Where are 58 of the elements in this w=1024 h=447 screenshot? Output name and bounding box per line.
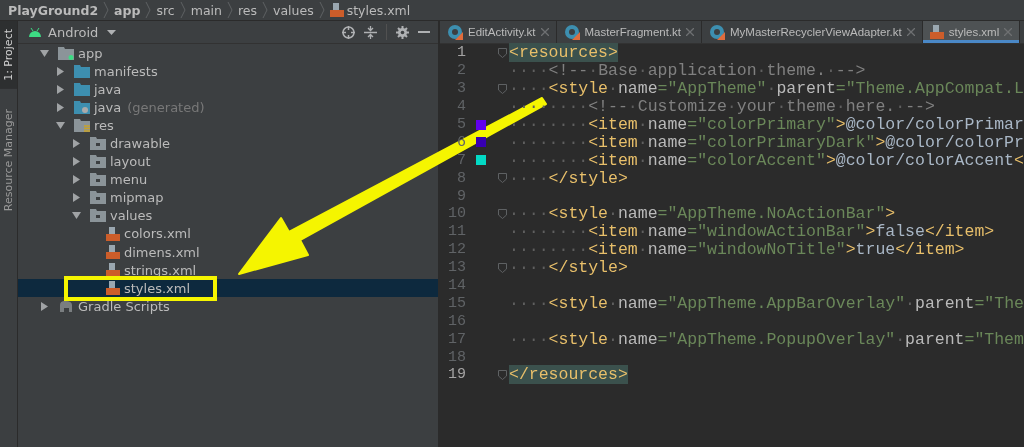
line-number: 10 xyxy=(447,205,466,223)
tree-item[interactable]: manifests xyxy=(18,62,164,81)
line-number: 19 xyxy=(447,366,466,384)
tree-item[interactable]: strings.xml xyxy=(18,261,203,280)
breadcrumb-item[interactable]: styles.xml xyxy=(346,2,411,18)
code-line: ····<style·name="AppTheme"·parent="Theme.AppCompat.L xyxy=(509,79,1024,99)
line-number: 18 xyxy=(447,348,466,366)
tree-item[interactable]: res xyxy=(18,116,120,135)
tree-item[interactable]: layout xyxy=(18,152,157,171)
line-number: 8 xyxy=(456,169,466,187)
tree-item[interactable]: java (generated) xyxy=(18,98,211,117)
code-line: ····</style> xyxy=(509,258,628,278)
tool-window-button[interactable]: Resource Manager xyxy=(0,102,17,217)
tree-item[interactable]: mipmap xyxy=(18,188,170,207)
line-number: 1 xyxy=(456,44,466,62)
tree-item[interactable]: menu xyxy=(18,170,154,189)
editor-tab[interactable]: styles.xml xyxy=(922,21,1021,43)
code-line: ········<item·name="windowNoTitle">true</item> xyxy=(509,240,965,260)
tree-item[interactable]: Gradle Scripts xyxy=(18,297,176,316)
code-line: ········<item·name="windowActionBar">false</item> xyxy=(509,222,995,242)
line-number: 2 xyxy=(456,62,466,80)
code-line: ····<style·name="AppTheme.AppBarOverlay"·parent="The xyxy=(509,293,1024,313)
code-line: ····<style·name="AppTheme.NoActionBar"> xyxy=(509,204,896,224)
breadcrumb-item[interactable]: PlayGround2 xyxy=(8,2,99,18)
code-line: ········<item·name="colorPrimaryDark">@color/colorPr xyxy=(509,132,1024,152)
line-number: 4 xyxy=(456,98,466,116)
code-line: ········<item·name="colorPrimary">@color/colorPrimar xyxy=(509,115,1024,134)
code-line: ····</style> xyxy=(509,168,628,188)
tree-item[interactable]: drawable xyxy=(18,134,177,153)
line-number: 16 xyxy=(447,312,466,330)
line-number: 6 xyxy=(456,133,466,151)
view-selector[interactable]: Android xyxy=(48,24,99,40)
breadcrumb-item[interactable]: main xyxy=(190,2,222,18)
tree-item[interactable]: colors.xml xyxy=(18,224,197,244)
line-number: 7 xyxy=(456,151,466,169)
line-number: 5 xyxy=(456,116,466,133)
breadcrumb-item[interactable]: res xyxy=(237,2,257,18)
line-number: 3 xyxy=(456,80,466,98)
breadcrumb-item[interactable]: values xyxy=(273,2,314,18)
editor-tab[interactable]: MyMasterRecyclerViewAdapter.kt xyxy=(702,21,923,43)
tree-item[interactable]: values xyxy=(18,206,159,225)
line-number: 14 xyxy=(447,277,466,294)
code-line: ····<!--·Base·application·theme.·--> xyxy=(509,61,866,81)
line-number: 9 xyxy=(456,187,466,205)
tree-item[interactable]: dimens.xml xyxy=(18,243,206,262)
line-number: 11 xyxy=(447,223,466,241)
breadcrumb-item[interactable]: src xyxy=(156,2,175,18)
breadcrumb-item[interactable]: app xyxy=(114,2,141,18)
line-number: 13 xyxy=(447,259,466,277)
tree-item[interactable]: styles.xml xyxy=(18,279,438,298)
line-number: 15 xyxy=(447,294,466,312)
tree-item[interactable]: app xyxy=(18,44,109,63)
tree-item[interactable]: java xyxy=(18,80,128,99)
tool-window-button[interactable]: 1: Project xyxy=(0,21,17,89)
line-number: 12 xyxy=(447,241,466,259)
line-number: 17 xyxy=(447,330,466,348)
code-line: ····<style·name="AppTheme.PopupOverlay"·parent="Them xyxy=(509,329,1024,349)
code-line: ········<item·name="colorAccent">@color/colorAccent< xyxy=(509,150,1024,170)
